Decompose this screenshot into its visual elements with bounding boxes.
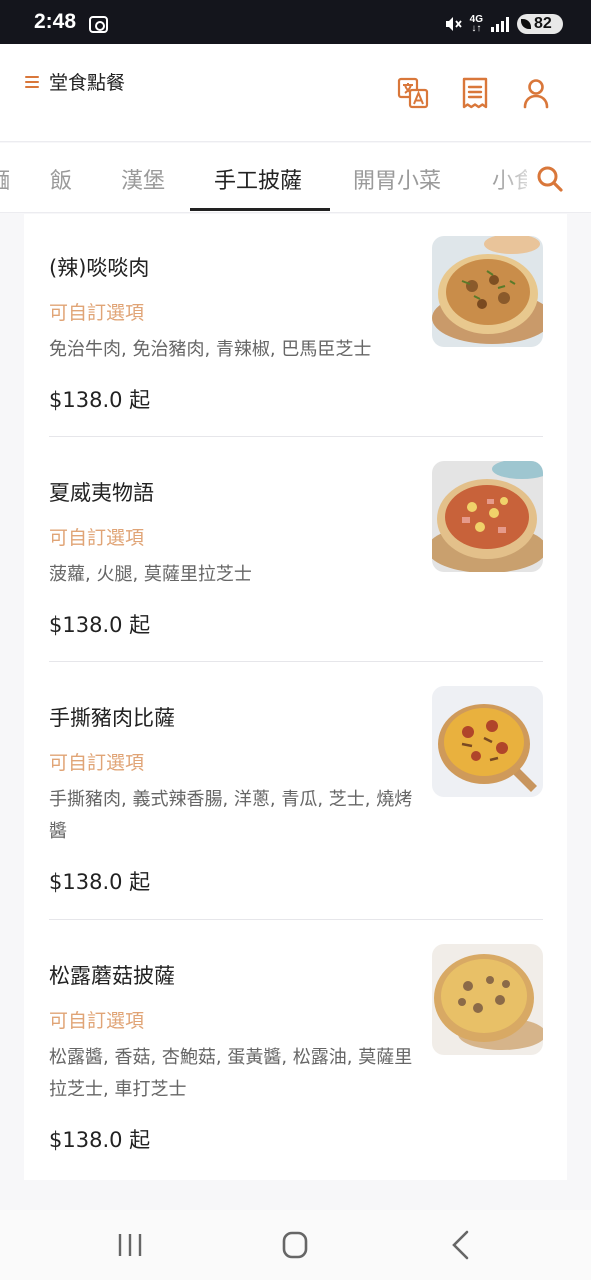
battery-indicator: 82 (517, 14, 563, 34)
user-icon[interactable] (519, 76, 553, 110)
battery-level: 82 (534, 15, 552, 32)
app-header: 堂食點餐 (0, 44, 591, 142)
screen-record-icon (89, 16, 108, 33)
divider (49, 919, 543, 920)
pizza-image[interactable] (432, 944, 543, 1055)
tab-appetizers[interactable]: 開胃小菜 (353, 163, 441, 195)
item-price: $138.0 起 (49, 613, 151, 637)
status-time: 2:48 (34, 10, 77, 33)
home-icon[interactable] (275, 1228, 315, 1262)
tab-handmade-pizza[interactable]: 手工披薩 (214, 163, 302, 195)
active-tab-indicator (190, 208, 330, 211)
status-bar: 2:48 4G ↓↑ 82 (0, 0, 591, 44)
divider (49, 661, 543, 662)
item-description: 免治牛肉, 免治豬肉, 青辣椒, 巴馬臣芝士 (49, 339, 372, 360)
pizza-image[interactable] (432, 461, 543, 572)
page-title: 堂食點餐 (49, 72, 126, 94)
item-name: 夏威夷物語 (49, 481, 154, 505)
category-tabs: 麵 飯 漢堡 手工披薩 開胃小菜 小食 (0, 143, 591, 213)
item-description: 手撕豬肉, 義式辣香腸, 洋蔥, 青瓜, 芝士, 燒烤醬 (49, 789, 413, 842)
signal-icon (491, 16, 509, 32)
tab-burger[interactable]: 漢堡 (121, 163, 165, 195)
customizable-label: 可自訂選項 (49, 527, 145, 549)
list-item[interactable]: 手撕豬肉比薩 可自訂選項 手撕豬肉, 義式辣香腸, 洋蔥, 青瓜, 芝士, 燒烤… (49, 664, 543, 919)
item-price: $138.0 起 (49, 388, 151, 412)
customizable-label: 可自訂選項 (49, 1010, 145, 1032)
list-item[interactable]: 夏威夷物語 可自訂選項 菠蘿, 火腿, 莫薩里拉芝士 $138.0 起 (49, 439, 543, 661)
pizza-image[interactable] (432, 686, 543, 797)
customizable-label: 可自訂選項 (49, 752, 145, 774)
tab-rice[interactable]: 飯 (50, 163, 72, 195)
divider (49, 436, 543, 437)
item-description: 松露醬, 香菇, 杏鮑菇, 蛋黃醬, 松露油, 莫薩里拉芝士, 車打芝士 (49, 1047, 413, 1100)
system-nav-bar (0, 1210, 591, 1280)
tab-noodles[interactable]: 麵 (0, 163, 10, 195)
list-item[interactable]: (辣)啖啖肉 可自訂選項 免治牛肉, 免治豬肉, 青辣椒, 巴馬臣芝士 $138… (49, 214, 543, 436)
data-arrows-icon: ↓↑ (471, 23, 482, 34)
leaf-icon (521, 19, 531, 29)
item-name: 松露蘑菇披薩 (49, 964, 175, 988)
translate-icon[interactable] (396, 76, 430, 110)
list-item[interactable]: 松露蘑菇披薩 可自訂選項 松露醬, 香菇, 杏鮑菇, 蛋黃醬, 松露油, 莫薩里… (49, 922, 543, 1180)
item-description: 菠蘿, 火腿, 莫薩里拉芝士 (49, 564, 252, 585)
pizza-image[interactable] (432, 236, 543, 347)
receipt-icon[interactable] (458, 76, 492, 110)
back-icon[interactable] (441, 1228, 481, 1262)
recent-apps-icon[interactable] (110, 1228, 150, 1262)
mute-icon (445, 17, 462, 31)
item-name: 手撕豬肉比薩 (49, 706, 175, 730)
item-price: $138.0 起 (49, 1128, 151, 1152)
search-icon (537, 166, 563, 192)
item-name: (辣)啖啖肉 (49, 256, 150, 280)
search-button[interactable] (527, 143, 591, 212)
customizable-label: 可自訂選項 (49, 302, 145, 324)
hamburger-icon (25, 75, 39, 88)
product-list: (辣)啖啖肉 可自訂選項 免治牛肉, 免治豬肉, 青辣椒, 巴馬臣芝士 $138… (24, 214, 567, 1180)
network-indicator: 4G ↓↑ (470, 15, 483, 34)
menu-button[interactable]: 堂食點餐 (25, 68, 125, 95)
item-price: $138.0 起 (49, 870, 151, 894)
